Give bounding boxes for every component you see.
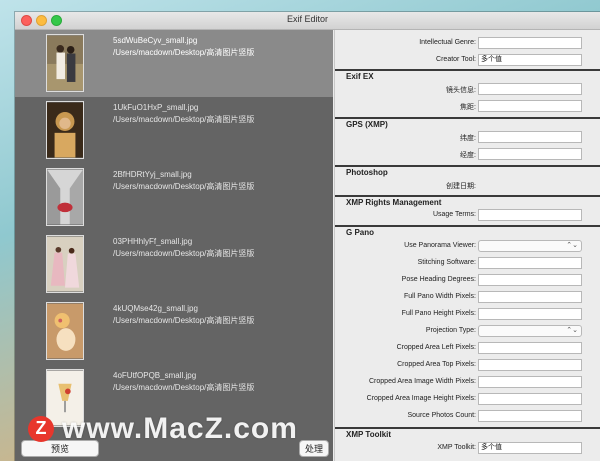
site-watermark: Z www.MacZ.com: [22, 412, 362, 458]
section-gpano: G Pano: [335, 225, 600, 240]
focal-length-field[interactable]: [478, 100, 582, 112]
focal-length-label: 焦距:: [460, 104, 476, 111]
thumbnail-image: [46, 235, 84, 293]
metadata-panel[interactable]: Intellectual Genre: Creator Tool: 多个值 Ex…: [334, 30, 600, 461]
stitching-software-label: Stitching Software:: [417, 259, 476, 266]
section-exif-ex: Exif EX: [335, 69, 600, 84]
file-row[interactable]: 4kUQMse42g_small.jpg /Users/macdown/Desk…: [15, 298, 333, 365]
file-name: 4kUQMse42g_small.jpg: [113, 304, 198, 313]
latitude-label: 纬度:: [460, 135, 476, 142]
thumbnail-image: [46, 302, 84, 360]
file-list[interactable]: 5sdWuBeCyv_small.jpg /Users/macdown/Desk…: [15, 30, 333, 461]
section-title: GPS (XMP): [346, 120, 388, 129]
longitude-field[interactable]: [478, 148, 582, 160]
section-title: Exif EX: [346, 72, 374, 81]
date-created-label: 创建日期:: [446, 183, 476, 190]
section-xmp-toolkit: XMP Toolkit: [335, 427, 600, 442]
file-path: /Users/macdown/Desktop/高清图片竖版: [113, 383, 255, 392]
file-path: /Users/macdown/Desktop/高清图片竖版: [113, 249, 255, 258]
source-photos-count-label: Source Photos Count:: [407, 412, 477, 419]
usage-terms-label: Usage Terms:: [432, 211, 476, 218]
section-title: Photoshop: [346, 168, 388, 177]
file-path: /Users/macdown/Desktop/高清图片竖版: [113, 48, 255, 57]
longitude-label: 经度:: [460, 152, 476, 159]
pose-heading-label: Pose Heading Degrees:: [401, 276, 476, 283]
use-panorama-viewer-select[interactable]: ⌃⌄: [478, 240, 582, 252]
cropped-top-label: Cropped Area Top Pixels:: [397, 361, 476, 368]
full-pano-width-field[interactable]: [478, 291, 582, 303]
full-pano-height-label: Full Pano Height Pixels:: [401, 310, 476, 317]
stitching-software-field[interactable]: [478, 257, 582, 269]
creator-tool-label: Creator Tool:: [436, 56, 476, 63]
file-name: 03PHHhlyFf_small.jpg: [113, 237, 193, 246]
exif-editor-window: Exif Editor 5sdWuBeCyv_small.jpg /Users/…: [15, 12, 600, 461]
file-row[interactable]: 5sdWuBeCyv_small.jpg /Users/macdown/Desk…: [15, 30, 333, 97]
watermark-text: www.MacZ.com: [62, 412, 298, 445]
latitude-field[interactable]: [478, 131, 582, 143]
cropped-image-width-field[interactable]: [478, 376, 582, 388]
section-photoshop: Photoshop: [335, 165, 600, 180]
usage-terms-field[interactable]: [478, 209, 582, 221]
section-gps: GPS (XMP): [335, 117, 600, 132]
file-path: /Users/macdown/Desktop/高清图片竖版: [113, 316, 255, 325]
lens-info-field[interactable]: [478, 83, 582, 95]
thumbnail-image: [46, 101, 84, 159]
thumbnail-image: [46, 168, 84, 226]
cropped-image-height-label: Cropped Area Image Height Pixels:: [366, 395, 476, 402]
intellectual-genre-label: Intellectual Genre:: [419, 39, 476, 46]
section-title: G Pano: [346, 228, 375, 237]
file-row[interactable]: 1UkFuO1HxP_small.jpg /Users/macdown/Desk…: [15, 97, 333, 164]
file-name: 5sdWuBeCyv_small.jpg: [113, 36, 198, 45]
projection-type-select[interactable]: ⌃⌄: [478, 325, 582, 337]
window-title: Exif Editor: [286, 14, 328, 24]
file-row[interactable]: 2BfHDRtYyj_small.jpg /Users/macdown/Desk…: [15, 164, 333, 231]
full-pano-width-label: Full Pano Width Pixels:: [404, 293, 476, 300]
file-row[interactable]: 03PHHhlyFf_small.jpg /Users/macdown/Desk…: [15, 231, 333, 298]
pose-heading-field[interactable]: [478, 274, 582, 286]
file-path: /Users/macdown/Desktop/高清图片竖版: [113, 115, 255, 124]
file-name: 1UkFuO1HxP_small.jpg: [113, 103, 199, 112]
full-pano-height-field[interactable]: [478, 308, 582, 320]
source-photos-count-field[interactable]: [478, 410, 582, 422]
projection-type-label: Projection Type:: [425, 327, 476, 334]
watermark-logo-icon: Z: [28, 416, 54, 442]
file-name: 2BfHDRtYyj_small.jpg: [113, 170, 192, 179]
chevron-updown-icon: ⌃⌄: [566, 327, 578, 334]
cropped-top-field[interactable]: [478, 359, 582, 371]
chevron-updown-icon: ⌃⌄: [566, 242, 578, 249]
section-rights: XMP Rights Management: [335, 195, 600, 210]
use-panorama-viewer-label: Use Panorama Viewer:: [404, 242, 476, 249]
file-name: 4oFUtfOPQB_small.jpg: [113, 371, 197, 380]
cropped-left-label: Cropped Area Left Pixels:: [396, 344, 476, 351]
intellectual-genre-field[interactable]: [478, 37, 582, 49]
cropped-image-height-field[interactable]: [478, 393, 582, 405]
section-title: XMP Rights Management: [346, 198, 442, 207]
thumbnail-image: [46, 34, 84, 92]
lens-info-label: 镜头信息:: [446, 87, 476, 94]
xmp-toolkit-field[interactable]: 多个值: [478, 442, 582, 454]
xmp-toolkit-label: XMP Toolkit:: [437, 444, 476, 451]
creator-tool-field[interactable]: 多个值: [478, 54, 582, 66]
file-path: /Users/macdown/Desktop/高清图片竖版: [113, 182, 255, 191]
cropped-image-width-label: Cropped Area Image Width Pixels:: [369, 378, 476, 385]
cropped-left-field[interactable]: [478, 342, 582, 354]
title-bar[interactable]: Exif Editor: [15, 12, 600, 30]
